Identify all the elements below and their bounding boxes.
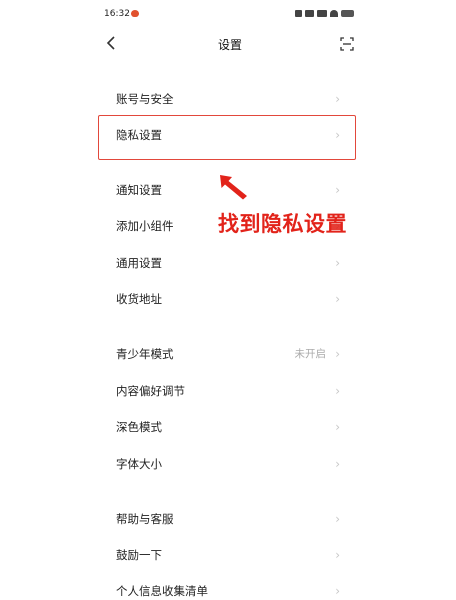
chevron-right-icon: ›: [335, 92, 340, 106]
status-nfc-icon: [305, 10, 314, 17]
menu-item-personal-info-list[interactable]: 个人信息收集清单 ›: [116, 579, 346, 600]
status-app-icon: [295, 10, 302, 17]
menu-item-label: 深色模式: [116, 420, 162, 434]
menu-item-label: 账号与安全: [116, 92, 174, 106]
scan-icon[interactable]: [340, 36, 354, 51]
menu-item-encourage[interactable]: 鼓励一下 ›: [116, 543, 346, 567]
menu-item-content-preference[interactable]: 内容偏好调节 ›: [116, 379, 346, 403]
chevron-right-icon: ›: [335, 420, 340, 434]
menu-item-label: 字体大小: [116, 457, 162, 471]
chevron-right-icon: ›: [335, 512, 340, 526]
menu-item-label: 通用设置: [116, 256, 162, 270]
menu-item-dark-mode[interactable]: 深色模式 ›: [116, 415, 346, 439]
menu-item-label: 个人信息收集清单: [116, 584, 208, 598]
menu-item-account-security[interactable]: 账号与安全 ›: [116, 87, 346, 111]
annotation-text: 找到隐私设置: [218, 212, 347, 236]
chevron-right-icon: ›: [335, 457, 340, 471]
page-title: 设置: [217, 38, 242, 52]
menu-item-label: 鼓励一下: [116, 548, 162, 562]
menu-item-teen-mode[interactable]: 青少年模式 未开启 ›: [116, 342, 346, 366]
chevron-right-icon: ›: [335, 584, 340, 598]
chevron-right-icon: ›: [335, 183, 340, 197]
menu-item-label: 通知设置: [116, 183, 162, 197]
status-icons: [295, 10, 354, 17]
signal-icon: [317, 10, 327, 17]
menu-item-label: 添加小组件: [116, 219, 174, 233]
status-time: 16:32: [104, 9, 130, 19]
menu-item-label: 收货地址: [116, 292, 162, 306]
chevron-right-icon: ›: [335, 384, 340, 398]
highlight-box: [98, 115, 356, 160]
status-bar: 16:32: [96, 0, 364, 30]
notification-icon: [131, 10, 139, 17]
menu-item-label: 帮助与客服: [116, 512, 174, 526]
wifi-icon: [330, 10, 338, 17]
menu-item-label: 内容偏好调节: [116, 384, 185, 398]
chevron-right-icon: ›: [335, 292, 340, 306]
menu-item-general-settings[interactable]: 通用设置 ›: [116, 251, 346, 275]
chevron-right-icon: ›: [335, 548, 340, 562]
menu-item-shipping-address[interactable]: 收货地址 ›: [116, 287, 346, 311]
teen-mode-status: 未开启: [294, 348, 327, 360]
settings-screen: 16:32 设置 账号与安全 › 隐私设置 › 通知设置 › 添加小组件 › 通…: [96, 0, 364, 600]
arrow-icon: [220, 175, 247, 200]
battery-icon: [341, 10, 354, 17]
nav-bar: 设置: [96, 30, 364, 60]
menu-item-label: 青少年模式: [116, 347, 174, 361]
chevron-right-icon: ›: [335, 256, 340, 270]
menu-item-font-size[interactable]: 字体大小 ›: [116, 452, 346, 476]
menu-item-help-support[interactable]: 帮助与客服 ›: [116, 507, 346, 531]
chevron-right-icon: ›: [335, 347, 340, 361]
